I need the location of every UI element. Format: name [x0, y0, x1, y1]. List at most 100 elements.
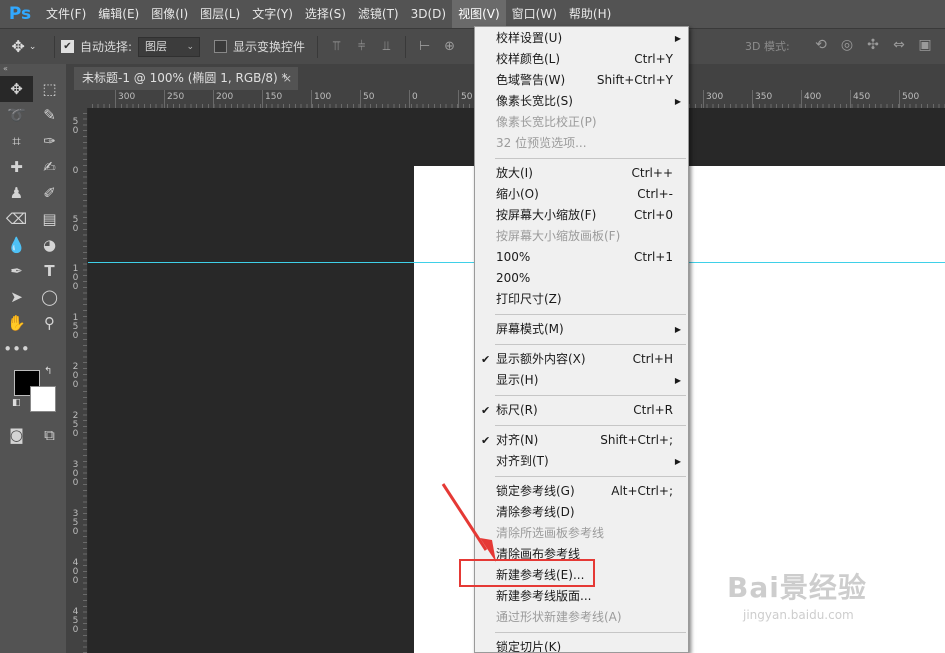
path-selection-tool-icon[interactable]: ➤	[0, 284, 33, 310]
view-menu-item[interactable]: 按屏幕大小缩放(F) Ctrl+0	[475, 205, 688, 226]
dodge-tool-icon[interactable]: ◕	[33, 232, 66, 258]
menu-item[interactable]: 编辑(E)	[92, 0, 145, 28]
menu-item[interactable]: 滤镜(T)	[352, 0, 405, 28]
view-menu-item[interactable]: ✔ 标尺(R) Ctrl+R	[475, 400, 688, 421]
view-menu-item[interactable]: 对齐到(T) ▶	[475, 451, 688, 472]
view-menu-item-shortcut: Ctrl+1	[633, 250, 673, 264]
document-tab[interactable]: 未标题-1 @ 100% (椭圆 1, RGB/8) * ×	[74, 67, 298, 90]
menu-item[interactable]: 视图(V)	[452, 0, 506, 28]
view-menu-item-shortcut: Ctrl++	[631, 166, 673, 180]
align-top-icon[interactable]: ⫪	[328, 38, 345, 56]
quick-selection-tool-icon[interactable]: ✎	[33, 102, 66, 128]
view-menu-item[interactable]: 校样设置(U) ▶	[475, 28, 688, 49]
ruler-corner[interactable]	[66, 90, 87, 108]
quick-mask-icon[interactable]: ◙	[0, 422, 33, 448]
menu-separator	[495, 395, 686, 396]
view-menu-item-label: 像素长宽比(S)	[496, 94, 573, 108]
align-vertical-center-icon[interactable]: ⫩	[353, 38, 370, 56]
blur-tool-icon[interactable]: 💧	[0, 232, 33, 258]
view-menu-item[interactable]: 缩小(O) Ctrl+-	[475, 184, 688, 205]
close-icon[interactable]: ×	[283, 67, 292, 90]
view-menu-item[interactable]: 像素长宽比(S) ▶	[475, 91, 688, 112]
ruler-label: 250	[167, 92, 185, 102]
view-menu-item[interactable]: 色域警告(W) Shift+Ctrl+Y	[475, 70, 688, 91]
menu-item[interactable]: 选择(S)	[299, 0, 352, 28]
view-menu-item-shortcut: Shift+Ctrl+Y	[596, 73, 673, 87]
marquee-tool-icon[interactable]: ⬚	[33, 76, 66, 102]
show-transform-checkbox[interactable]	[214, 40, 228, 53]
default-colors-icon[interactable]: ◧	[12, 398, 21, 408]
scale-3d-icon[interactable]: ▣	[912, 37, 938, 53]
align-horizontal-center-icon[interactable]: ⊕	[441, 38, 458, 56]
background-color-swatch[interactable]	[30, 386, 56, 412]
menu-item[interactable]: 文件(F)	[40, 0, 92, 28]
document-tab-title: 未标题-1 @ 100% (椭圆 1, RGB/8) *	[82, 71, 288, 85]
view-menu-item[interactable]: 新建参考线版面...	[475, 586, 688, 607]
ruler-label: 400	[804, 92, 822, 102]
view-menu-item[interactable]: 200%	[475, 268, 688, 289]
more-tools-icon[interactable]: •••	[0, 336, 33, 362]
ruler-label: 300	[706, 92, 724, 102]
gradient-tool-icon[interactable]: ▤	[33, 206, 66, 232]
crop-tool-icon[interactable]: ⌗	[0, 128, 33, 154]
view-menu-item[interactable]: 显示(H) ▶	[475, 370, 688, 391]
ellipse-tool-icon[interactable]: ◯	[33, 284, 66, 310]
orbit-3d-icon[interactable]: ⟲	[808, 37, 834, 53]
ruler-major-tick	[703, 90, 704, 108]
view-menu-item-label: 对齐到(T)	[496, 454, 549, 468]
lasso-tool-icon[interactable]: ➰	[0, 102, 33, 128]
view-menu-item-shortcut: Shift+Ctrl+;	[600, 433, 673, 447]
view-menu-item[interactable]: ✔ 显示额外内容(X) Ctrl+H	[475, 349, 688, 370]
photoshop-logo[interactable]: Ps	[0, 0, 40, 28]
view-menu-item[interactable]: 校样颜色(L) Ctrl+Y	[475, 49, 688, 70]
move-icon: ✥	[11, 37, 25, 56]
align-left-icon[interactable]: ⊢	[416, 38, 433, 56]
menu-item[interactable]: 图像(I)	[145, 0, 194, 28]
clone-stamp-tool-icon[interactable]: ♟	[0, 180, 33, 206]
brush-tool-icon[interactable]: ✍	[33, 154, 66, 180]
pen-tool-icon[interactable]: ✒	[0, 258, 33, 284]
history-brush-tool-icon[interactable]: ✐	[33, 180, 66, 206]
auto-select-label: 自动选择:	[80, 40, 133, 54]
view-menu-item[interactable]: 放大(I) Ctrl++	[475, 163, 688, 184]
align-bottom-icon[interactable]: ⫫	[378, 38, 395, 56]
pan-3d-icon[interactable]: ✣	[860, 37, 886, 53]
baidu-jingyan-watermark: Bai景经验 jingyan.baidu.com	[727, 566, 867, 622]
menu-item[interactable]: 窗口(W)	[506, 0, 563, 28]
menu-item[interactable]: 帮助(H)	[563, 0, 617, 28]
eraser-tool-icon[interactable]: ⌫	[0, 206, 33, 232]
view-menu-item[interactable]: 100% Ctrl+1	[475, 247, 688, 268]
view-menu-item-label: 按屏幕大小缩放画板(F)	[496, 229, 621, 243]
ruler-label: 500	[902, 92, 920, 102]
move-tool-options[interactable]: ✥ ⌄	[0, 37, 48, 56]
ruler-label: 150	[72, 313, 79, 341]
move-tool-icon[interactable]: ✥	[0, 76, 33, 102]
tools-panel: « ✥ ⬚ ➰ ✎ ⌗ ✑ ✚ ✍ ♟ ✐ ⌫ ▤ 💧 ◕ ✒ T ➤ ◯ ✋ …	[0, 64, 66, 653]
options-bar: ✥ ⌄ ✔ 自动选择: 图层 ⌄ 显示变换控件 ⫪ ⫩ ⫫ ⊢ ⊕ 3D 模式: …	[0, 28, 945, 65]
menu-item[interactable]: 文字(Y)	[246, 0, 299, 28]
divider	[317, 35, 319, 58]
auto-select-target-select[interactable]: 图层 ⌄	[138, 36, 201, 57]
view-menu-item-label: 32 位预览选项...	[496, 136, 587, 150]
roll-3d-icon[interactable]: ◎	[834, 37, 860, 53]
swap-colors-icon[interactable]: ↰	[44, 366, 52, 377]
view-menu-item[interactable]: 屏幕模式(M) ▶	[475, 319, 688, 340]
type-tool-icon[interactable]: T	[33, 258, 66, 284]
screen-mode-icon[interactable]: ⧉	[33, 422, 66, 448]
hand-tool-icon[interactable]: ✋	[0, 310, 33, 336]
collapse-panel-icon[interactable]: «	[0, 64, 66, 76]
view-menu-item[interactable]: 打印尺寸(Z)	[475, 289, 688, 310]
eyedropper-tool-icon[interactable]: ✑	[33, 128, 66, 154]
menu-item[interactable]: 图层(L)	[194, 0, 246, 28]
auto-select-checkbox[interactable]: ✔	[61, 40, 74, 53]
menu-item[interactable]: 3D(D)	[405, 0, 452, 28]
zoom-tool-icon[interactable]: ⚲	[33, 310, 66, 336]
view-menu-item[interactable]: 锁定切片(K)	[475, 637, 688, 652]
vertical-ruler[interactable]: 50 0 50 100 150 200 250 300 350 400 450	[66, 108, 88, 653]
ruler-label: 100	[314, 92, 332, 102]
ruler-major-tick	[311, 90, 312, 108]
view-menu-item[interactable]: ✔ 对齐(N) Shift+Ctrl+;	[475, 430, 688, 451]
slide-3d-icon[interactable]: ⇔	[886, 37, 912, 53]
view-menu-item-shortcut: Ctrl+Y	[634, 52, 673, 66]
healing-brush-tool-icon[interactable]: ✚	[0, 154, 33, 180]
